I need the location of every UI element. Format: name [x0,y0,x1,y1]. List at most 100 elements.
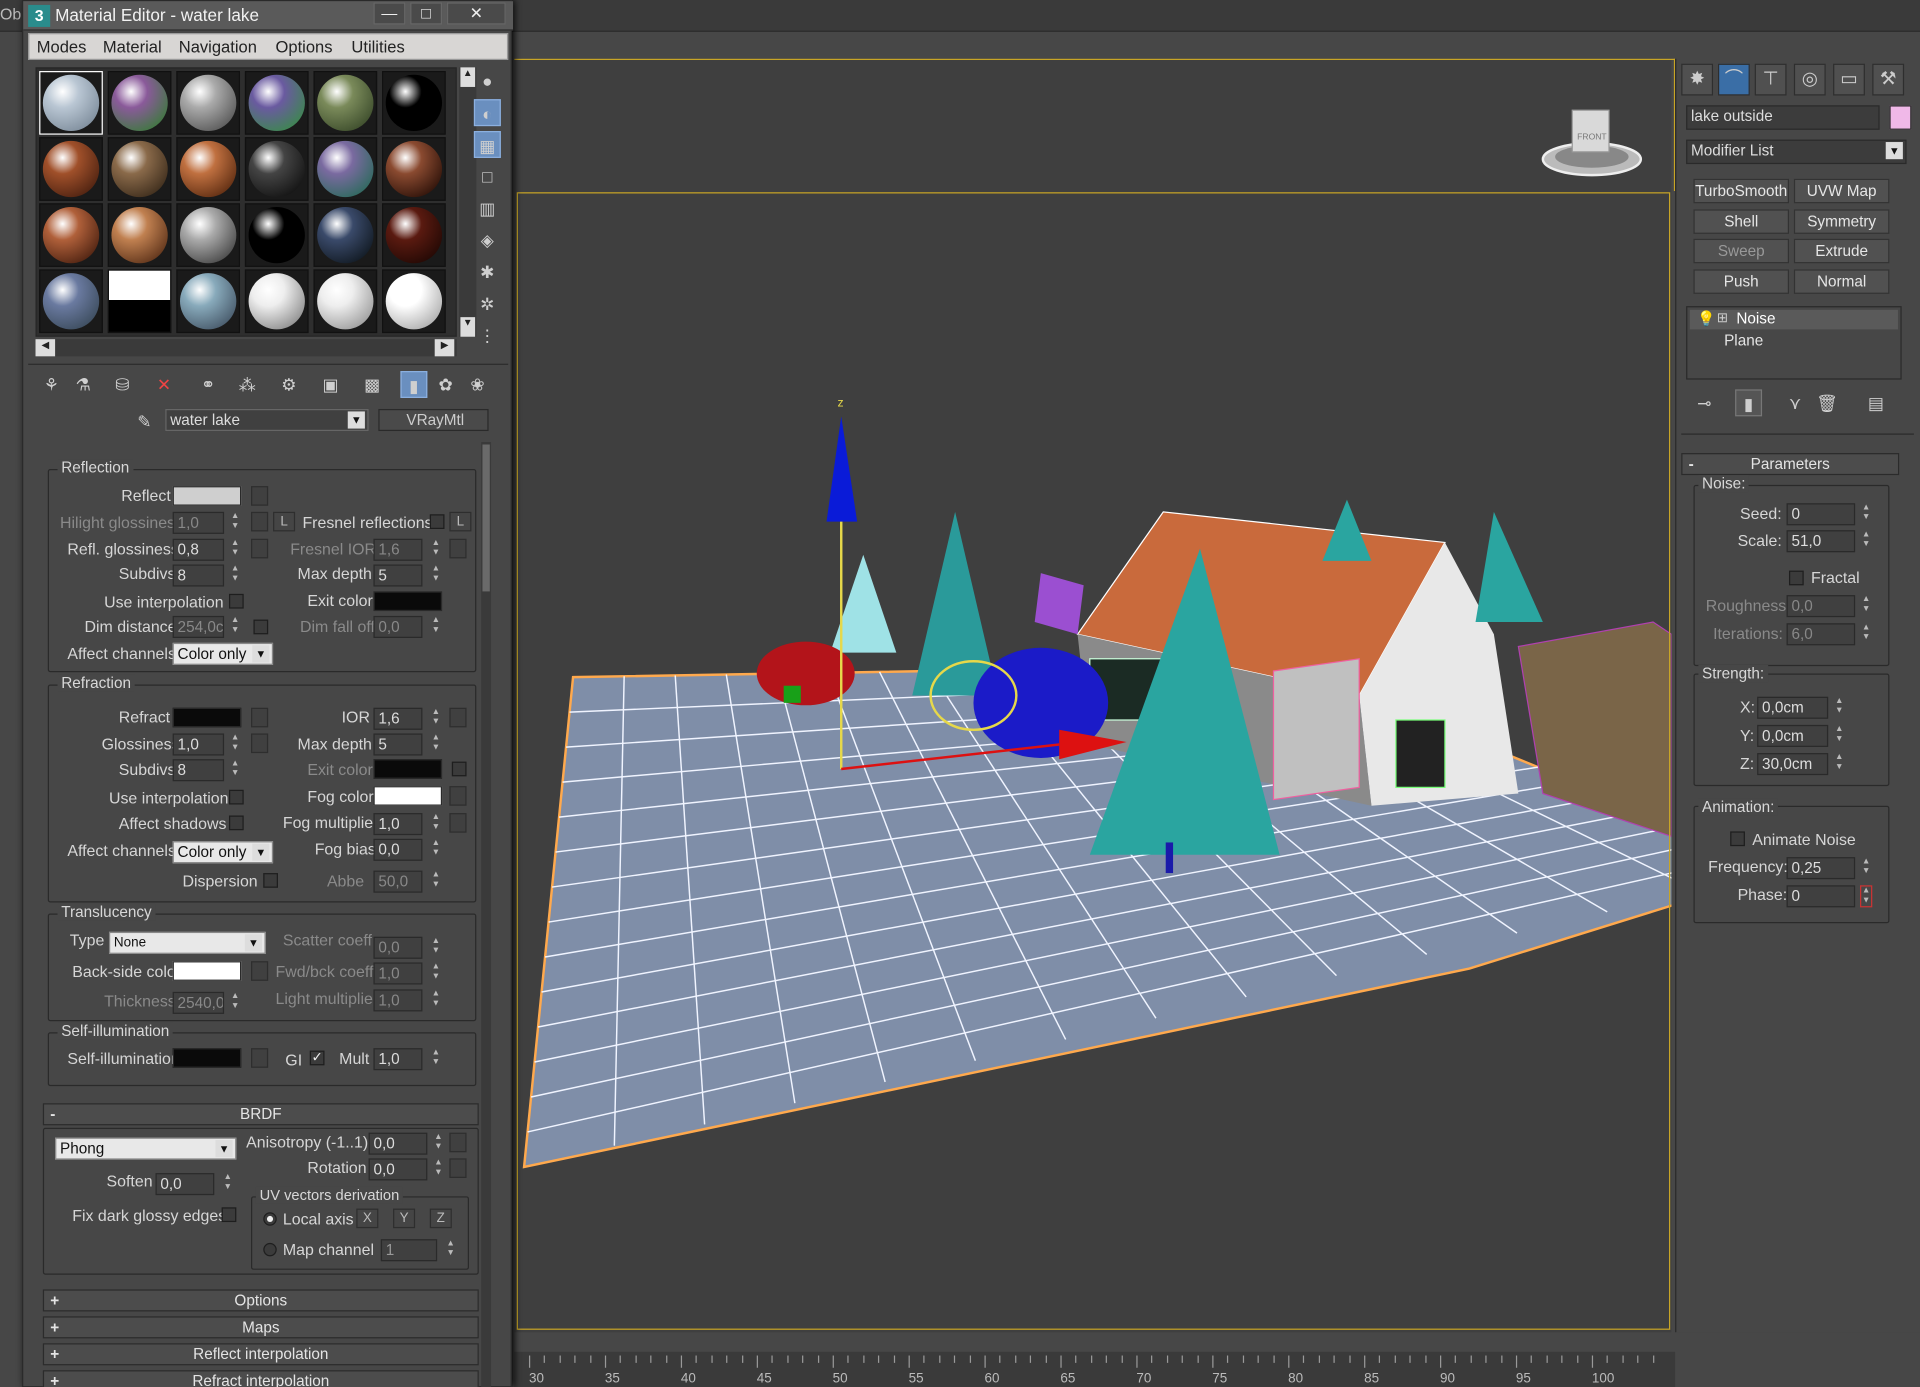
put-to-scene-icon[interactable]: ⚗ [70,371,97,398]
select-by-material-icon[interactable]: ✲ [474,290,501,317]
uvw-map-button[interactable]: UVW Map [1793,178,1890,204]
glossiness-spinner[interactable]: ▲ ▼ [229,733,241,755]
refr-exit-color-swatch[interactable] [373,759,443,779]
dim-distance-spinner[interactable]: ▲ ▼ [229,616,241,638]
material-slot[interactable] [176,269,241,334]
remove-modifier-icon[interactable]: 🗑 [1813,389,1840,416]
seed-spinner[interactable]: ▲ ▼ [1860,503,1872,525]
refl-glossiness-field[interactable]: 0,8 [172,538,225,561]
hilight-spinner[interactable]: ▲ ▼ [229,512,241,534]
material-slot[interactable] [382,269,446,334]
frequency-spinner[interactable]: ▲ ▼ [1860,857,1872,879]
iterations-spinner[interactable]: ▲ ▼ [1860,623,1872,645]
configure-sets-icon[interactable]: ▤ [1862,389,1889,416]
material-navigator-icon[interactable]: ⋮ [474,322,501,349]
material-slot[interactable] [313,137,378,201]
make-preview-icon[interactable]: ◈ [474,227,501,254]
hilight-glossiness-field[interactable]: 1,0 [172,511,225,534]
material-slot[interactable] [39,269,103,334]
refr-use-interpolation-checkbox[interactable] [228,789,244,805]
scroll-right-icon[interactable]: ▶ [434,339,455,357]
material-slot[interactable] [39,71,103,135]
phase-spinner[interactable]: ▲ ▼ [1860,885,1873,908]
params-scroll-thumb[interactable] [482,444,490,592]
sample-uv-tiling-icon[interactable]: □ [474,163,501,190]
fix-dark-glossy-checkbox[interactable] [221,1207,237,1223]
menu-options[interactable]: Options [276,38,333,56]
abbe-spinner[interactable]: ▲ ▼ [430,871,442,893]
mult-spinner[interactable]: ▲ ▼ [430,1048,442,1070]
axis-z-button[interactable]: Z [429,1208,452,1229]
material-slot[interactable] [244,137,309,201]
map-channel-field[interactable]: 1 [380,1239,438,1262]
rotation-field[interactable]: 0,0 [368,1158,428,1181]
show-end-result-icon[interactable]: ▮ [1735,389,1763,417]
refl-gloss-spinner[interactable]: ▲ ▼ [229,539,241,561]
fwd-bck-spinner[interactable]: ▲ ▼ [430,962,442,984]
use-interpolation-checkbox[interactable] [228,593,244,609]
back-side-color-swatch[interactable] [172,961,242,981]
abbe-field[interactable]: 50,0 [373,870,423,893]
minimize-button[interactable]: — [373,2,406,25]
push-button[interactable]: Push [1693,269,1789,294]
title-bar[interactable]: 3 Material Editor - water lake — □ ✕ [23,1,514,31]
parameters-rollup[interactable]: - Parameters [1681,453,1900,476]
fresnel-ior-field[interactable]: 1,6 [373,538,423,561]
refr-affect-channels-dropdown[interactable]: Color only [172,841,274,864]
expand-icon[interactable]: ⊞ [1717,310,1728,326]
scale-spinner[interactable]: ▲ ▼ [1860,530,1872,552]
motion-tab-icon[interactable]: ◎ [1793,63,1826,96]
glossiness-map-button[interactable] [251,733,269,754]
brdf-rollup[interactable]: - BRDF [42,1103,479,1126]
rollup-refract-interpolation[interactable]: + Refract interpolation [42,1370,479,1387]
fog-color-swatch[interactable] [373,786,443,806]
material-slot[interactable] [107,269,172,334]
hilight-lock-button[interactable]: L [273,511,296,532]
dim-falloff-spinner[interactable]: ▲ ▼ [430,616,442,638]
affect-channels-dropdown[interactable]: Color only [172,642,274,665]
max-depth-spinner[interactable]: ▲ ▼ [430,564,442,586]
material-slot[interactable] [244,71,309,135]
axis-x-button[interactable]: X [356,1208,379,1229]
translucency-type-dropdown[interactable]: None [108,931,266,954]
affect-shadows-checkbox[interactable] [228,815,244,831]
symmetry-button[interactable]: Symmetry [1793,209,1890,234]
menu-material[interactable]: Material [103,38,162,56]
material-slot[interactable] [107,203,172,267]
material-slot[interactable] [107,137,172,201]
exit-color-swatch[interactable] [373,591,443,612]
back-side-map-button[interactable] [251,961,269,981]
put-to-library-icon[interactable]: ⁂ [234,371,261,398]
background-icon[interactable]: ▦ [473,131,501,158]
mult-field[interactable]: 1,0 [373,1048,423,1071]
show-end-result-icon[interactable]: ▩ [359,371,386,398]
get-material-icon[interactable]: ⚘ [38,371,65,398]
fog-multiplier-field[interactable]: 1,0 [373,813,423,836]
gi-checkbox[interactable]: ✓ [309,1050,325,1066]
fog-color-map-button[interactable] [449,786,467,806]
ior-field[interactable]: 1,6 [373,707,423,730]
time-slider[interactable]: 30 35 40 45 50 55 60 65 70 75 80 85 90 95 100 [514,1351,1676,1387]
options-icon[interactable]: ✱ [474,258,501,285]
display-tab-icon[interactable]: ▭ [1833,63,1865,96]
material-slot[interactable] [313,71,378,135]
make-unique-icon[interactable]: ⋎ [1782,389,1809,416]
object-name-field[interactable]: lake outside [1686,105,1880,130]
self-illumination-map-button[interactable] [251,1048,269,1068]
light-multiplier-spinner[interactable]: ▲ ▼ [430,989,442,1011]
rollup-maps[interactable]: + Maps [42,1316,479,1339]
rollup-reflect-interpolation[interactable]: + Reflect interpolation [42,1343,479,1366]
brdf-type-dropdown[interactable]: Phong [55,1137,237,1160]
material-slot[interactable] [382,137,446,201]
dim-falloff-field[interactable]: 0,0 [373,615,423,638]
shell-button[interactable]: Shell [1693,209,1789,234]
material-slot[interactable] [244,269,309,334]
material-name-field[interactable]: water lake [165,408,369,432]
self-illumination-swatch[interactable] [172,1048,242,1068]
sweep-button[interactable]: Sweep [1693,238,1789,264]
subdivs-spinner[interactable]: ▲ ▼ [229,564,241,586]
thickness-spinner[interactable]: ▲ ▼ [229,992,241,1014]
material-slot[interactable] [382,203,446,267]
material-slot[interactable] [39,137,103,201]
bulb-icon[interactable]: 💡 [1697,310,1715,327]
